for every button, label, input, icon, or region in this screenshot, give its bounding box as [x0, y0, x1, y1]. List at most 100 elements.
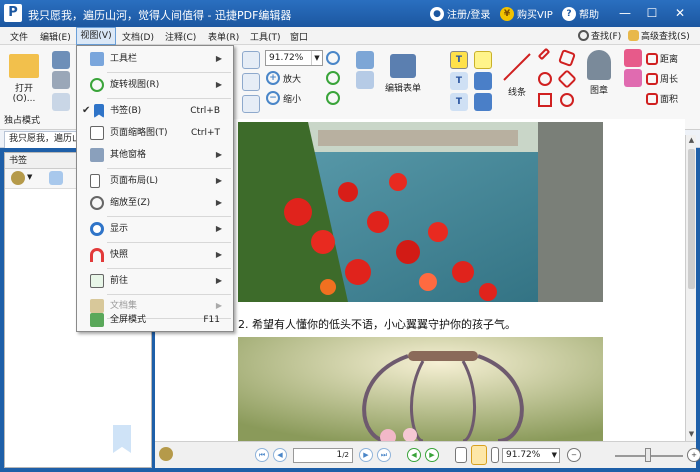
- menu-separator: [107, 216, 231, 217]
- fit-width-icon[interactable]: [242, 73, 260, 91]
- menu-separator: [107, 242, 231, 243]
- edit-form-button[interactable]: 编辑表单: [382, 53, 424, 101]
- page-number-input[interactable]: 1/2: [293, 448, 353, 463]
- gear-icon[interactable]: [11, 171, 25, 185]
- next-page-button[interactable]: ▶: [359, 448, 373, 462]
- distance-button[interactable]: 距离: [646, 52, 678, 65]
- menu-document[interactable]: 文档(D): [122, 30, 154, 43]
- menu-form[interactable]: 表单(R): [208, 30, 239, 43]
- menu-item-label: 全屏模式: [110, 315, 147, 325]
- close-button[interactable]: ✕: [670, 4, 690, 22]
- minimize-button[interactable]: —: [615, 4, 635, 22]
- flowers-photo: [238, 122, 603, 302]
- arrow-icon[interactable]: [537, 47, 551, 61]
- actual-size-icon[interactable]: [242, 95, 260, 113]
- bookmark-add-icon[interactable]: [49, 171, 63, 185]
- callout-icon[interactable]: T: [450, 93, 468, 111]
- rectangle-icon[interactable]: [538, 93, 552, 107]
- menu-item-bookmarks[interactable]: ✔ 书签(B) Ctrl+B: [78, 100, 232, 122]
- login-button[interactable]: ● 注册/登录: [430, 6, 490, 21]
- exclusive-mode-label: 独占模式: [4, 116, 41, 126]
- rotate-ccw-icon[interactable]: [326, 91, 340, 105]
- find-button[interactable]: 查找(F): [578, 29, 621, 42]
- menu-item-rotate-view[interactable]: 旋转视图(R) ▶: [78, 74, 232, 96]
- help-icon: ?: [562, 6, 576, 21]
- save-icon[interactable]: [52, 51, 70, 69]
- text-box-icon[interactable]: T: [450, 72, 468, 90]
- note-icon[interactable]: [474, 51, 492, 69]
- menu-item-display[interactable]: 显示 ▶: [78, 218, 232, 240]
- menu-window[interactable]: 窗口: [290, 30, 308, 43]
- vertical-scrollbar[interactable]: ▲ ▼: [685, 135, 696, 441]
- status-zoom-select[interactable]: 91.72% ▼: [502, 448, 560, 463]
- perimeter-button[interactable]: 周长: [646, 72, 678, 85]
- print-icon[interactable]: [52, 71, 70, 89]
- help-button[interactable]: ? 帮助: [562, 6, 599, 21]
- menu-edit[interactable]: 编辑(E): [40, 30, 71, 43]
- zoom-slider-handle[interactable]: [645, 448, 651, 462]
- find-label: 查找(F): [591, 32, 622, 42]
- advanced-find-button[interactable]: 高级查找(S): [628, 29, 690, 42]
- settings-icon[interactable]: [159, 447, 173, 461]
- single-page-icon[interactable]: [455, 447, 467, 463]
- menu-comment[interactable]: 注释(C): [165, 30, 196, 43]
- highlight-icon[interactable]: [624, 69, 642, 87]
- first-page-button[interactable]: ⏮: [255, 448, 269, 462]
- zoom-tool-icon[interactable]: [326, 51, 340, 65]
- add-text-icon[interactable]: [356, 71, 374, 89]
- menu-item-go-to[interactable]: 前往 ▶: [78, 270, 232, 292]
- polygon-icon[interactable]: [558, 49, 576, 67]
- stamp-button[interactable]: 图章: [580, 49, 618, 107]
- menu-item-page-thumbnails[interactable]: 页面缩略图(T) Ctrl+T: [78, 122, 232, 144]
- last-page-button[interactable]: ⏭: [377, 448, 391, 462]
- scroll-thumb[interactable]: [688, 149, 695, 289]
- scroll-down-icon[interactable]: ▼: [687, 430, 696, 439]
- zoom-in-button[interactable]: + 放大: [266, 71, 301, 85]
- continuous-page-icon[interactable]: [471, 445, 487, 465]
- menu-item-label: 前往: [110, 276, 129, 286]
- edit-form-label: 编辑表单: [384, 84, 421, 94]
- exclusive-mode-button[interactable]: 独占模式: [4, 113, 40, 126]
- menu-item-other-panes[interactable]: 其他窗格 ▶: [78, 144, 232, 166]
- area-button[interactable]: 面积: [646, 92, 678, 105]
- rotate-cw-icon[interactable]: [326, 71, 340, 85]
- select-tool-icon[interactable]: [356, 51, 374, 69]
- zoom-in-small-button[interactable]: +: [687, 448, 700, 462]
- prev-page-button[interactable]: ◀: [273, 448, 287, 462]
- typewriter-icon[interactable]: T: [450, 51, 468, 69]
- chevron-down-icon[interactable]: ▼: [27, 173, 32, 181]
- fit-page-icon[interactable]: [242, 51, 260, 69]
- panes-icon: [90, 148, 104, 162]
- ellipse-icon[interactable]: [538, 72, 552, 86]
- pentagon-icon[interactable]: [557, 69, 577, 89]
- menu-item-full-screen[interactable]: 全屏模式 F11: [78, 308, 232, 332]
- menu-item-toolbar[interactable]: 工具栏 ▶: [78, 48, 232, 70]
- scroll-up-icon[interactable]: ▲: [687, 136, 696, 145]
- menu-tools[interactable]: 工具(T): [250, 30, 281, 43]
- sound-icon[interactable]: [474, 93, 492, 111]
- open-button[interactable]: 打开(O)...: [4, 53, 44, 104]
- search-icon: [578, 30, 589, 41]
- bookmark-icon: [113, 425, 131, 453]
- eraser-icon[interactable]: [624, 49, 642, 67]
- back-button[interactable]: ◀: [407, 448, 421, 462]
- maximize-button[interactable]: ☐: [642, 4, 662, 22]
- stamp-label: 图章: [589, 86, 608, 96]
- page-icon[interactable]: [52, 93, 70, 111]
- menu-file[interactable]: 文件: [10, 30, 28, 43]
- forward-button[interactable]: ▶: [425, 448, 439, 462]
- menu-view[interactable]: 视图(V): [76, 27, 116, 45]
- tab-document[interactable]: 我只愿我，遍历山: [4, 131, 84, 148]
- menu-item-zoom-to[interactable]: 缩放至(Z) ▶: [78, 192, 232, 214]
- two-page-icon[interactable]: [491, 447, 499, 463]
- thumbnails-icon: [90, 126, 104, 140]
- zoom-out-button[interactable]: − 缩小: [266, 91, 301, 105]
- attach-icon[interactable]: [474, 72, 492, 90]
- cloud-icon[interactable]: [560, 93, 574, 107]
- line-button[interactable]: 线条: [500, 51, 534, 105]
- menu-item-page-layout[interactable]: 页面布局(L) ▶: [78, 170, 232, 192]
- zoom-select[interactable]: 91.72% ▼: [265, 50, 323, 66]
- buy-vip-button[interactable]: ¥ 购买VIP: [500, 6, 553, 21]
- menu-item-snapshot[interactable]: 快照 ▶: [78, 244, 232, 266]
- zoom-out-small-button[interactable]: −: [567, 448, 581, 462]
